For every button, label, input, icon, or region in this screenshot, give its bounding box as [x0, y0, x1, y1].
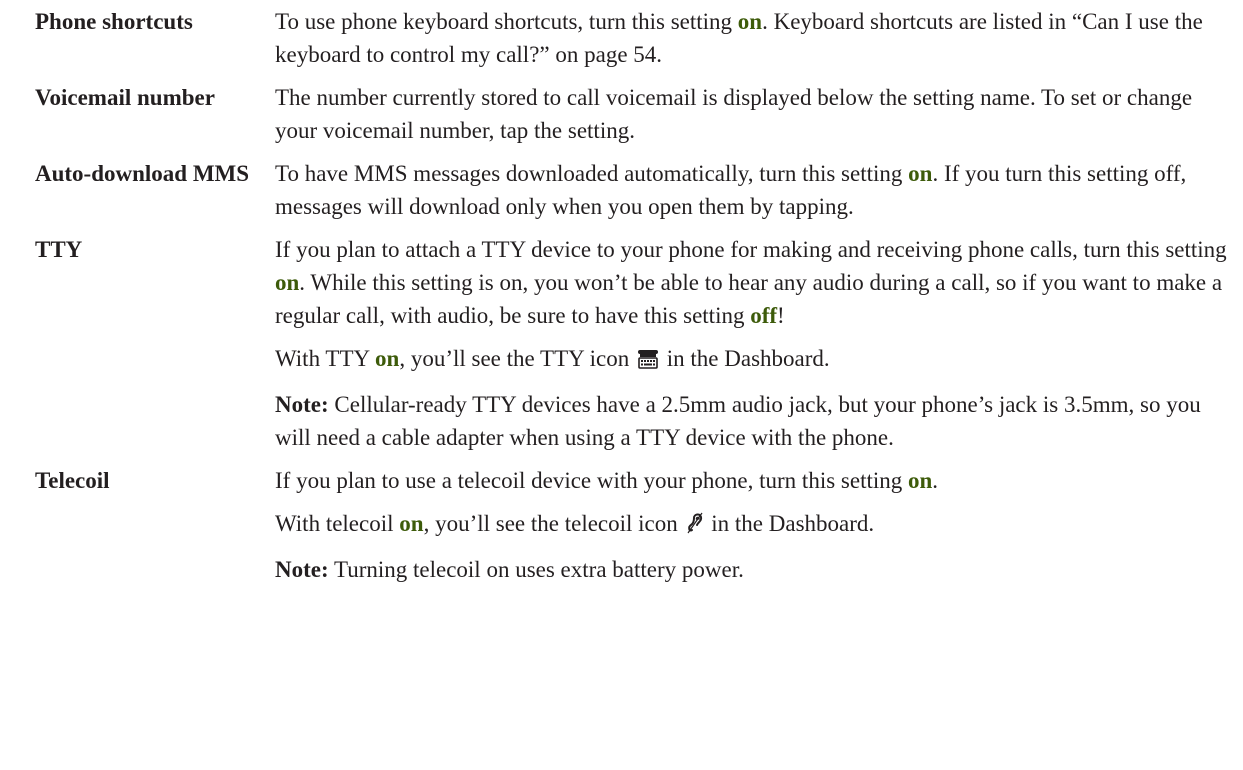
description-paragraph: If you plan to use a telecoil device wit…: [275, 468, 939, 493]
keyword-off: off: [750, 303, 778, 328]
setting-term: Auto-download MMS: [35, 161, 250, 186]
setting-row-tty: TTY If you plan to attach a TTY device t…: [35, 233, 1235, 454]
setting-row-telecoil: Telecoil If you plan to use a telecoil d…: [35, 464, 1235, 586]
keyword-on: on: [908, 161, 933, 186]
keyword-on: on: [399, 511, 424, 536]
keyword-on: on: [908, 468, 933, 493]
keyword-on: on: [275, 270, 300, 295]
tty-icon: [637, 345, 659, 378]
setting-term: Phone shortcuts: [35, 9, 193, 34]
setting-term: TTY: [35, 237, 83, 262]
setting-row-voicemail-number: Voicemail number The number currently st…: [35, 81, 1235, 147]
description-paragraph: To have MMS messages downloaded automati…: [275, 161, 1187, 219]
description-paragraph: With TTY on, you’ll see the TTY icon in …: [275, 342, 1235, 378]
setting-row-phone-shortcuts: Phone shortcuts To use phone keyboard sh…: [35, 5, 1235, 71]
setting-description: If you plan to attach a TTY device to yo…: [275, 233, 1235, 454]
description-paragraph: To use phone keyboard shortcuts, turn th…: [275, 9, 1203, 67]
setting-term: Voicemail number: [35, 85, 215, 110]
note-paragraph: Note: Cellular-ready TTY devices have a …: [275, 392, 1201, 450]
setting-description: If you plan to use a telecoil device wit…: [275, 464, 1235, 586]
setting-term: Telecoil: [35, 468, 110, 493]
note-label: Note:: [275, 392, 329, 417]
note-paragraph: Note: Turning telecoil on uses extra bat…: [275, 557, 744, 582]
telecoil-icon: [686, 510, 704, 543]
setting-description: The number currently stored to call voic…: [275, 81, 1235, 147]
description-paragraph: The number currently stored to call voic…: [275, 85, 1193, 143]
setting-description: To have MMS messages downloaded automati…: [275, 157, 1235, 223]
keyword-on: on: [375, 346, 400, 371]
settings-table: Phone shortcuts To use phone keyboard sh…: [35, 5, 1235, 596]
setting-row-auto-download-mms: Auto-download MMS To have MMS messages d…: [35, 157, 1235, 223]
note-label: Note:: [275, 557, 329, 582]
description-paragraph: If you plan to attach a TTY device to yo…: [275, 237, 1227, 328]
keyword-on: on: [737, 9, 763, 34]
setting-description: To use phone keyboard shortcuts, turn th…: [275, 5, 1235, 71]
description-paragraph: With telecoil on, you’ll see the telecoi…: [275, 507, 1235, 543]
